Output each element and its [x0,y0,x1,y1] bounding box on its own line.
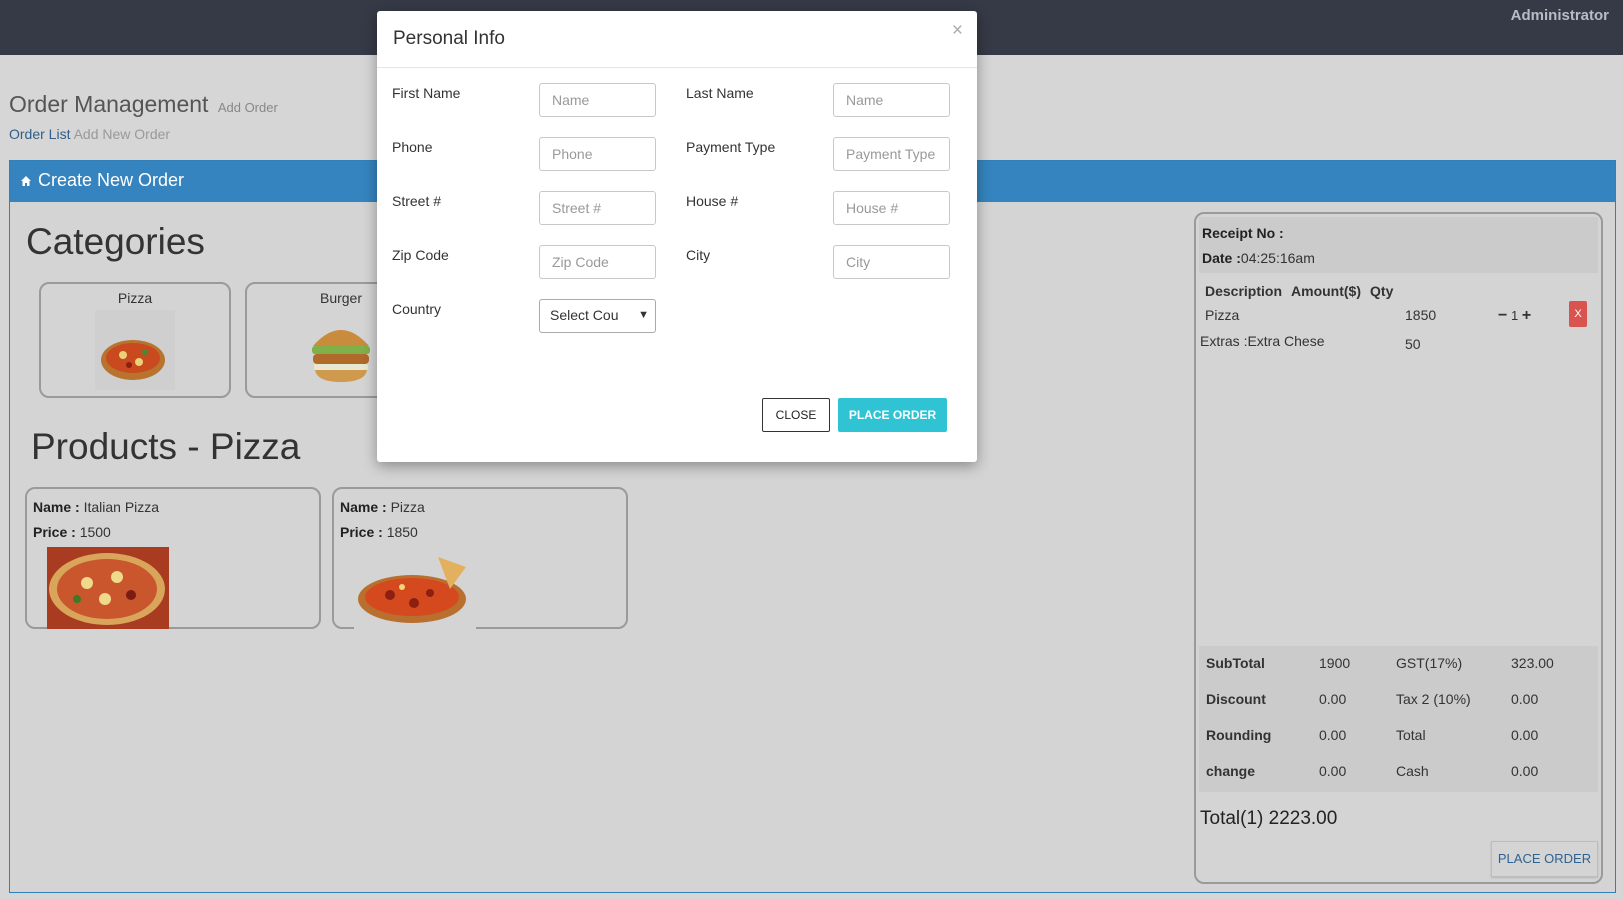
user-menu[interactable]: Administrator [1511,7,1609,24]
tax2-label: Tax 2 (10%) [1396,691,1471,707]
rounding-label: Rounding [1206,727,1272,743]
first-name-input[interactable] [539,83,656,117]
last-name-label: Last Name [686,85,754,101]
total-value: 0.00 [1511,727,1539,743]
date-value: 04:25:16am [1240,250,1315,266]
gst-value: 323.00 [1511,655,1554,671]
pizza-image [95,310,175,390]
cash-label: Cash [1396,763,1429,779]
totals-row: change 0.00 Cash 0.00 [1199,754,1598,790]
product-price: 1850 [386,524,418,540]
breadcrumb-current: Add New Order [73,126,171,142]
totals-row: SubTotal 1900 GST(17%) 323.00 [1199,646,1598,682]
country-selected: Select Cou [550,307,619,323]
category-label: Pizza [117,290,153,306]
grand-total: Total(1) 2223.00 [1200,808,1338,829]
product-name-label: Name : [33,499,80,515]
receipt-columns: Description Amount($) Qty [1196,276,1601,306]
product-card-pizza[interactable]: Name : Pizza Price : 1850 [332,487,628,629]
product-card-italian-pizza[interactable]: Name : Italian Pizza Price : 1500 [25,487,321,629]
page-title-text: Order Management [9,91,209,117]
zip-code-label: Zip Code [392,247,449,263]
payment-type-label: Payment Type [686,139,776,155]
totals-block: SubTotal 1900 GST(17%) 323.00 Discount 0… [1199,646,1598,792]
category-card-pizza[interactable]: Pizza [39,282,231,398]
plus-icon[interactable]: + [1522,307,1531,324]
personal-info-modal: Personal Info × First Name Last Name Pho… [377,11,977,462]
receipt-place-order-button[interactable]: PLACE ORDER [1491,841,1598,877]
house-label: House # [686,193,739,209]
totals-row: Rounding 0.00 Total 0.00 [1199,718,1598,754]
total-label: Total [1396,727,1426,743]
page-title: Order Management Add Order [9,91,278,118]
modal-title: Personal Info [377,11,977,68]
subtotal-label: SubTotal [1206,655,1265,671]
product-price: 1500 [79,524,111,540]
products-heading: Products - Pizza [31,426,301,467]
city-input[interactable] [833,245,950,279]
country-label: Country [392,301,442,317]
discount-label: Discount [1206,691,1266,707]
pizza-image [354,547,476,629]
house-input[interactable] [833,191,950,225]
zip-code-input[interactable] [539,245,656,279]
qty-stepper: − 1 + [1498,307,1531,325]
burger-image [301,310,381,390]
remove-item-button[interactable]: X [1569,301,1587,327]
place-order-button[interactable]: PLACE ORDER [838,398,947,432]
cash-value: 0.00 [1511,763,1539,779]
street-input[interactable] [539,191,656,225]
minus-icon[interactable]: − [1498,307,1507,324]
rounding-value: 0.00 [1319,727,1347,743]
close-button[interactable]: CLOSE [762,398,830,432]
totals-row: Discount 0.00 Tax 2 (10%) 0.00 [1199,682,1598,718]
line-item-qty: 1 [1510,308,1519,323]
page-subtitle: Add Order [217,100,278,115]
product-price-label: Price : [33,524,76,540]
subtotal-value: 1900 [1319,655,1351,671]
chevron-down-icon: ▼ [638,309,649,321]
home-icon [21,176,31,186]
breadcrumb-order-list-link[interactable]: Order List [9,126,70,142]
phone-input[interactable] [539,137,656,171]
street-label: Street # [392,193,442,209]
italian-pizza-image [47,547,169,629]
product-price-label: Price : [340,524,383,540]
first-name-label: First Name [392,85,461,101]
receipt-no-label: Receipt No : [1202,225,1284,241]
col-description: Description [1205,283,1283,299]
last-name-input[interactable] [833,83,950,117]
breadcrumb: Order List Add New Order [9,126,170,142]
col-amount: Amount($) [1291,283,1362,299]
extras-label: Extras :Extra Chese [1200,333,1325,349]
line-item-amount: 1850 [1405,307,1437,323]
gst-label: GST(17%) [1396,655,1463,671]
product-name: Pizza [390,499,425,515]
line-item-name: Pizza [1205,307,1240,323]
phone-label: Phone [392,139,433,155]
change-value: 0.00 [1319,763,1347,779]
categories-heading: Categories [26,221,205,262]
tax2-value: 0.00 [1511,691,1539,707]
product-name: Italian Pizza [83,499,160,515]
city-label: City [686,247,711,263]
receipt-panel: Receipt No : Date :04:25:16am Descriptio… [1194,212,1603,884]
payment-type-input[interactable] [833,137,950,171]
extras-amount: 50 [1405,336,1421,352]
change-label: change [1206,763,1256,779]
receipt-header: Receipt No : Date :04:25:16am [1199,217,1598,273]
product-name-label: Name : [340,499,387,515]
discount-value: 0.00 [1319,691,1347,707]
col-qty: Qty [1370,283,1394,299]
panel-title: Create New Order [38,170,185,190]
close-icon[interactable]: × [952,20,963,42]
date-label: Date : [1202,250,1241,266]
country-select[interactable]: Select Cou ▼ [539,299,656,333]
